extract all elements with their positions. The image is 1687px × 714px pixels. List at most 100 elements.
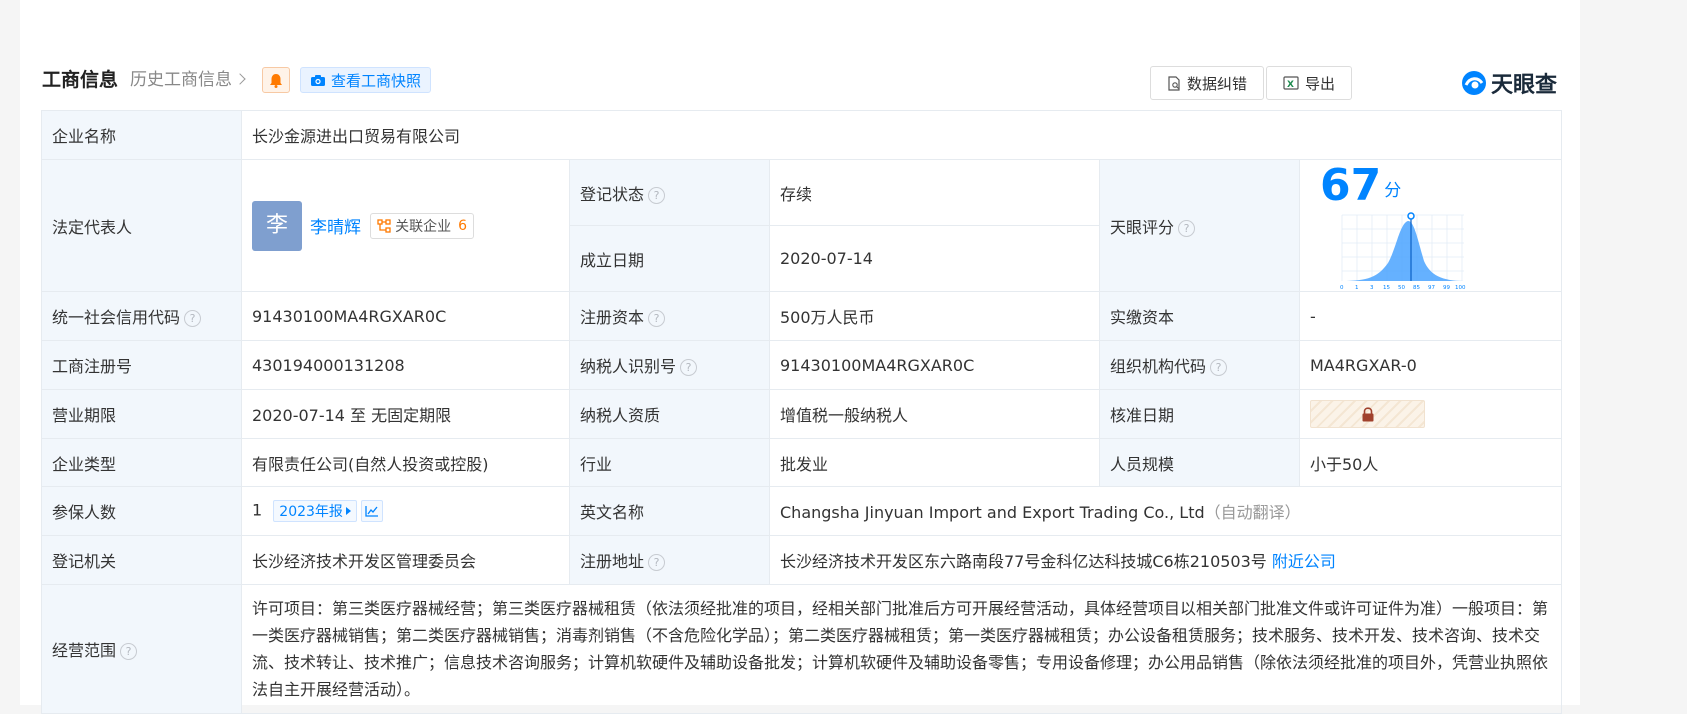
annual-report-tag[interactable]: 2023年报 <box>273 500 357 522</box>
related-companies-label: 关联企业 <box>395 218 452 235</box>
found-date-value: 2020-07-14 <box>769 225 1100 292</box>
found-date-label: 成立日期 <box>569 225 770 292</box>
question-icon[interactable]: ? <box>680 359 698 376</box>
question-icon[interactable]: ? <box>1178 219 1196 237</box>
data-correction-button[interactable]: 数据纠错 <box>1150 66 1265 100</box>
taxpayer-id-label: 纳税人识别号? <box>569 340 770 390</box>
related-companies-badge[interactable]: 关联企业 6 <box>370 212 475 239</box>
insured-cell: 1 2023年报 <box>241 486 570 536</box>
reg-capital-label-text: 注册资本 <box>580 308 645 327</box>
credit-code-value: 91430100MA4RGXAR0C <box>241 291 570 341</box>
credit-code-label: 统一社会信用代码? <box>41 291 242 341</box>
term-value: 2020-07-14 至 无固定期限 <box>241 389 570 439</box>
lock-icon <box>1362 406 1373 421</box>
score-label: 天眼评分? <box>1099 159 1300 292</box>
reg-status-value: 存续 <box>769 159 1100 226</box>
term-label: 营业期限 <box>41 389 242 439</box>
question-icon[interactable]: ? <box>648 186 666 204</box>
export-button[interactable]: X 导出 <box>1266 66 1353 100</box>
scope-label-text: 经营范围 <box>52 641 117 660</box>
reg-capital-value: 500万人民币 <box>769 291 1100 341</box>
reg-capital-label: 注册资本? <box>569 291 770 341</box>
legal-rep-cell: 李李晴辉 关联企业 6 <box>241 159 570 292</box>
taxpayer-id-label-text: 纳税人识别号 <box>580 357 677 376</box>
credit-code-label-text: 统一社会信用代码 <box>52 308 181 327</box>
org-code-label: 组织机构代码? <box>1099 340 1300 390</box>
org-code-label-text: 组织机构代码 <box>1110 357 1207 376</box>
network-icon <box>377 218 391 233</box>
document-edit-icon <box>1168 75 1180 91</box>
score-axis-tick: 85 <box>1413 285 1420 291</box>
industry-value: 批发业 <box>769 438 1100 487</box>
locked-value-button[interactable] <box>1310 400 1425 428</box>
paid-capital-value: - <box>1298 291 1563 341</box>
address-label: 注册地址? <box>569 535 770 585</box>
paid-capital-label: 实缴资本 <box>1099 291 1300 341</box>
taxpayer-qual-label: 纳税人资质 <box>569 389 770 439</box>
english-name-cell: Changsha Jinyuan Import and Export Tradi… <box>768 486 1563 536</box>
camera-icon <box>311 74 325 86</box>
history-link-label: 历史工商信息 <box>130 70 232 90</box>
score-distribution-chart: 0 1 3 15 50 85 97 99 100 <box>1340 212 1466 291</box>
history-business-info-link[interactable]: 历史工商信息 <box>130 66 246 94</box>
table-row: 企业类型 有限责任公司(自然人投资或控股) 行业 批发业 人员规模 小于50人 <box>41 438 1563 487</box>
auto-translate-note: （自动翻译） <box>1204 503 1301 522</box>
score-axis-tick: 100 <box>1455 285 1466 291</box>
question-icon[interactable]: ? <box>184 310 202 327</box>
address-label-text: 注册地址 <box>580 552 645 571</box>
annual-report-label: 2023年报 <box>279 504 343 520</box>
score-cell[interactable]: 67 分 0 1 3 15 50 85 97 99 100 <box>1298 159 1563 292</box>
question-icon[interactable]: ? <box>648 554 666 571</box>
scope-value: 许可项目：第三类医疗器械经营；第三类医疗器械租赁（依法须经批准的项目，经相关部门… <box>240 584 1563 714</box>
score-axis-tick: 0 <box>1340 285 1344 291</box>
table-row: 登记机关 长沙经济技术开发区管理委员会 注册地址? 长沙经济技术开发区东六路南段… <box>41 535 1563 585</box>
question-icon[interactable]: ? <box>120 643 138 660</box>
legal-rep-label: 法定代表人 <box>41 159 242 292</box>
bell-icon[interactable] <box>262 67 290 93</box>
authority-value: 长沙经济技术开发区管理委员会 <box>241 535 570 585</box>
caret-right-icon <box>345 507 351 515</box>
approve-date-label: 核准日期 <box>1099 389 1300 439</box>
table-row: 参保人数 1 2023年报 英文名称 Changsha Jinyuan Impo… <box>41 486 1563 536</box>
svg-text:X: X <box>1287 80 1294 90</box>
legal-rep-name-link[interactable]: 李晴辉 <box>310 218 361 238</box>
address-value: 长沙经济技术开发区东六路南段77号金科亿达科技城C6栋210503号 <box>780 552 1267 571</box>
tianyancha-logo: 天眼查 <box>1461 66 1557 100</box>
question-icon[interactable]: ? <box>648 310 666 327</box>
reg-status-label: 登记状态? <box>569 159 770 226</box>
question-icon[interactable]: ? <box>1210 359 1228 376</box>
trend-chart-icon[interactable] <box>360 500 383 522</box>
score-unit: 分 <box>1384 181 1402 201</box>
nearby-companies-link[interactable]: 附近公司 <box>1272 552 1336 571</box>
table-row: 法定代表人 李李晴辉 关联企业 6 登记状态? 存续 天眼评分? 67分 0 <box>41 159 1563 292</box>
avatar[interactable]: 李 <box>252 200 302 251</box>
table-row: 统一社会信用代码? 91430100MA4RGXAR0C 注册资本? 500万人… <box>41 291 1563 341</box>
business-info-table: 企业名称 长沙金源进出口贸易有限公司 法定代表人 李李晴辉 关联企业 6 登记状态… <box>41 110 1563 714</box>
chevron-right-icon <box>234 73 246 85</box>
table-row: 经营范围? 许可项目：第三类医疗器械经营；第三类医疗器械租赁（依法须经批准的项目… <box>41 584 1563 714</box>
score-value: 67 <box>1320 160 1382 211</box>
score-axis-tick: 3 <box>1370 285 1374 291</box>
staff-size-label: 人员规模 <box>1099 438 1300 487</box>
table-row: 企业名称 长沙金源进出口贸易有限公司 <box>41 110 1563 160</box>
table-row: 营业期限 2020-07-14 至 无固定期限 纳税人资质 增值税一般纳税人 核… <box>41 389 1563 439</box>
insured-count: 1 <box>252 500 263 520</box>
score-axis-tick: 99 <box>1443 285 1450 291</box>
logo-eye-icon <box>1462 71 1486 95</box>
reg-status-label-text: 登记状态 <box>580 184 645 204</box>
org-code-value: MA4RGXAR-0 <box>1298 340 1563 390</box>
english-name-label: 英文名称 <box>569 486 770 536</box>
taxpayer-qual-value: 增值税一般纳税人 <box>769 389 1100 439</box>
related-companies-count: 6 <box>458 217 468 234</box>
company-name-value: 长沙金源进出口贸易有限公司 <box>240 110 1563 160</box>
score-axis-tick: 1 <box>1355 285 1359 291</box>
score-label-text: 天眼评分 <box>1110 217 1175 237</box>
score-axis-tick: 15 <box>1383 285 1390 291</box>
view-snapshot-label: 查看工商快照 <box>331 71 422 90</box>
score-axis-tick: 50 <box>1398 285 1405 291</box>
industry-label: 行业 <box>569 438 770 487</box>
company-name-label: 企业名称 <box>41 110 242 160</box>
view-snapshot-button[interactable]: 查看工商快照 <box>300 67 432 93</box>
section-title: 工商信息 <box>42 69 119 91</box>
reg-no-label: 工商注册号 <box>41 340 242 390</box>
